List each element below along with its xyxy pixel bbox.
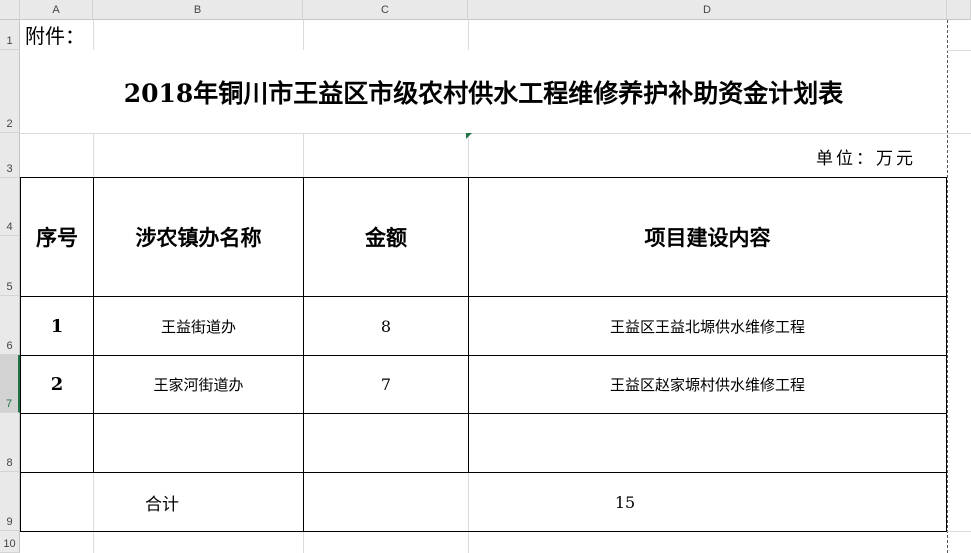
row-header-10[interactable]: 10 — [0, 531, 20, 553]
total-label: 合计 — [145, 494, 179, 515]
table-row-2-content[interactable]: 王益区赵家塬村供水维修工程 — [468, 355, 947, 414]
row-header-9[interactable]: 9 — [0, 472, 20, 531]
row-header-4[interactable]: 4 — [0, 178, 20, 236]
table-row-1-amount-value: 8 — [380, 316, 392, 336]
total-value: 15 — [614, 492, 636, 512]
table-row-2-town[interactable]: 王家河街道办 — [93, 355, 304, 414]
row-header-6[interactable]: 6 — [0, 296, 20, 355]
table-row-empty-content[interactable] — [468, 413, 947, 473]
table-row-1-town-value: 王益街道办 — [160, 317, 236, 336]
header-content-label: 项目建设内容 — [644, 225, 771, 250]
column-header-e[interactable] — [947, 0, 971, 20]
column-header-c[interactable]: C — [303, 0, 468, 20]
column-header-d[interactable]: D — [468, 0, 947, 20]
table-row-empty-seq[interactable] — [20, 413, 94, 473]
row-header-8[interactable]: 8 — [0, 413, 20, 472]
row-header-1[interactable]: 1 — [0, 20, 20, 50]
column-header-a[interactable]: A — [20, 0, 93, 20]
table-row-2-seq-value: 2 — [50, 374, 64, 395]
table-row-2-amount-value: 7 — [380, 375, 392, 394]
table-row-1-town[interactable]: 王益街道办 — [93, 296, 304, 356]
corner-select-all[interactable] — [0, 0, 20, 20]
row-header-2[interactable]: 2 — [0, 50, 20, 133]
table-row-empty-amount[interactable] — [303, 413, 469, 473]
header-amount: 金额 — [303, 177, 469, 297]
total-value-cell[interactable]: 15 — [303, 472, 947, 532]
column-header-b[interactable]: B — [93, 0, 303, 20]
page-title: 2018年铜川市王益区市级农村供水工程维修养护补助资金计划表 — [20, 50, 947, 133]
header-town-label: 涉农镇办名称 — [135, 225, 262, 250]
header-seq: 序号 — [20, 177, 94, 297]
row-header-5[interactable]: 5 — [0, 236, 20, 296]
table-row-2-content-value: 王益区赵家塬村供水维修工程 — [609, 376, 805, 394]
total-label-cell[interactable]: 合计 — [20, 472, 304, 532]
table-row-1-seq-value: 1 — [50, 315, 64, 337]
table-row-empty-town[interactable] — [93, 413, 304, 473]
table-row-2-seq[interactable]: 2 — [20, 355, 94, 414]
table-row-1-amount[interactable]: 8 — [303, 296, 469, 356]
header-content: 项目建设内容 — [468, 177, 947, 297]
table-row-1-content-value: 王益区王益北塬供水维修工程 — [609, 317, 805, 336]
header-amount-label: 金额 — [365, 225, 407, 250]
page-break-line — [947, 20, 949, 553]
table-row-1-seq[interactable]: 1 — [20, 296, 94, 356]
attachment-label: 附件： — [25, 24, 85, 48]
row-header-7[interactable]: 7 — [0, 355, 20, 413]
table-row-2-town-value: 王家河街道办 — [153, 376, 244, 394]
table-row-1-content[interactable]: 王益区王益北塬供水维修工程 — [468, 296, 947, 356]
header-town: 涉农镇办名称 — [93, 177, 304, 297]
unit-label: 单位：万元 — [816, 149, 916, 169]
page-title-text: 2018年铜川市王益区市级农村供水工程维修养护补助资金计划表 — [123, 78, 844, 108]
row-header-3[interactable]: 3 — [0, 133, 20, 178]
table-row-2-amount[interactable]: 7 — [303, 355, 469, 414]
header-seq-label: 序号 — [36, 225, 78, 250]
